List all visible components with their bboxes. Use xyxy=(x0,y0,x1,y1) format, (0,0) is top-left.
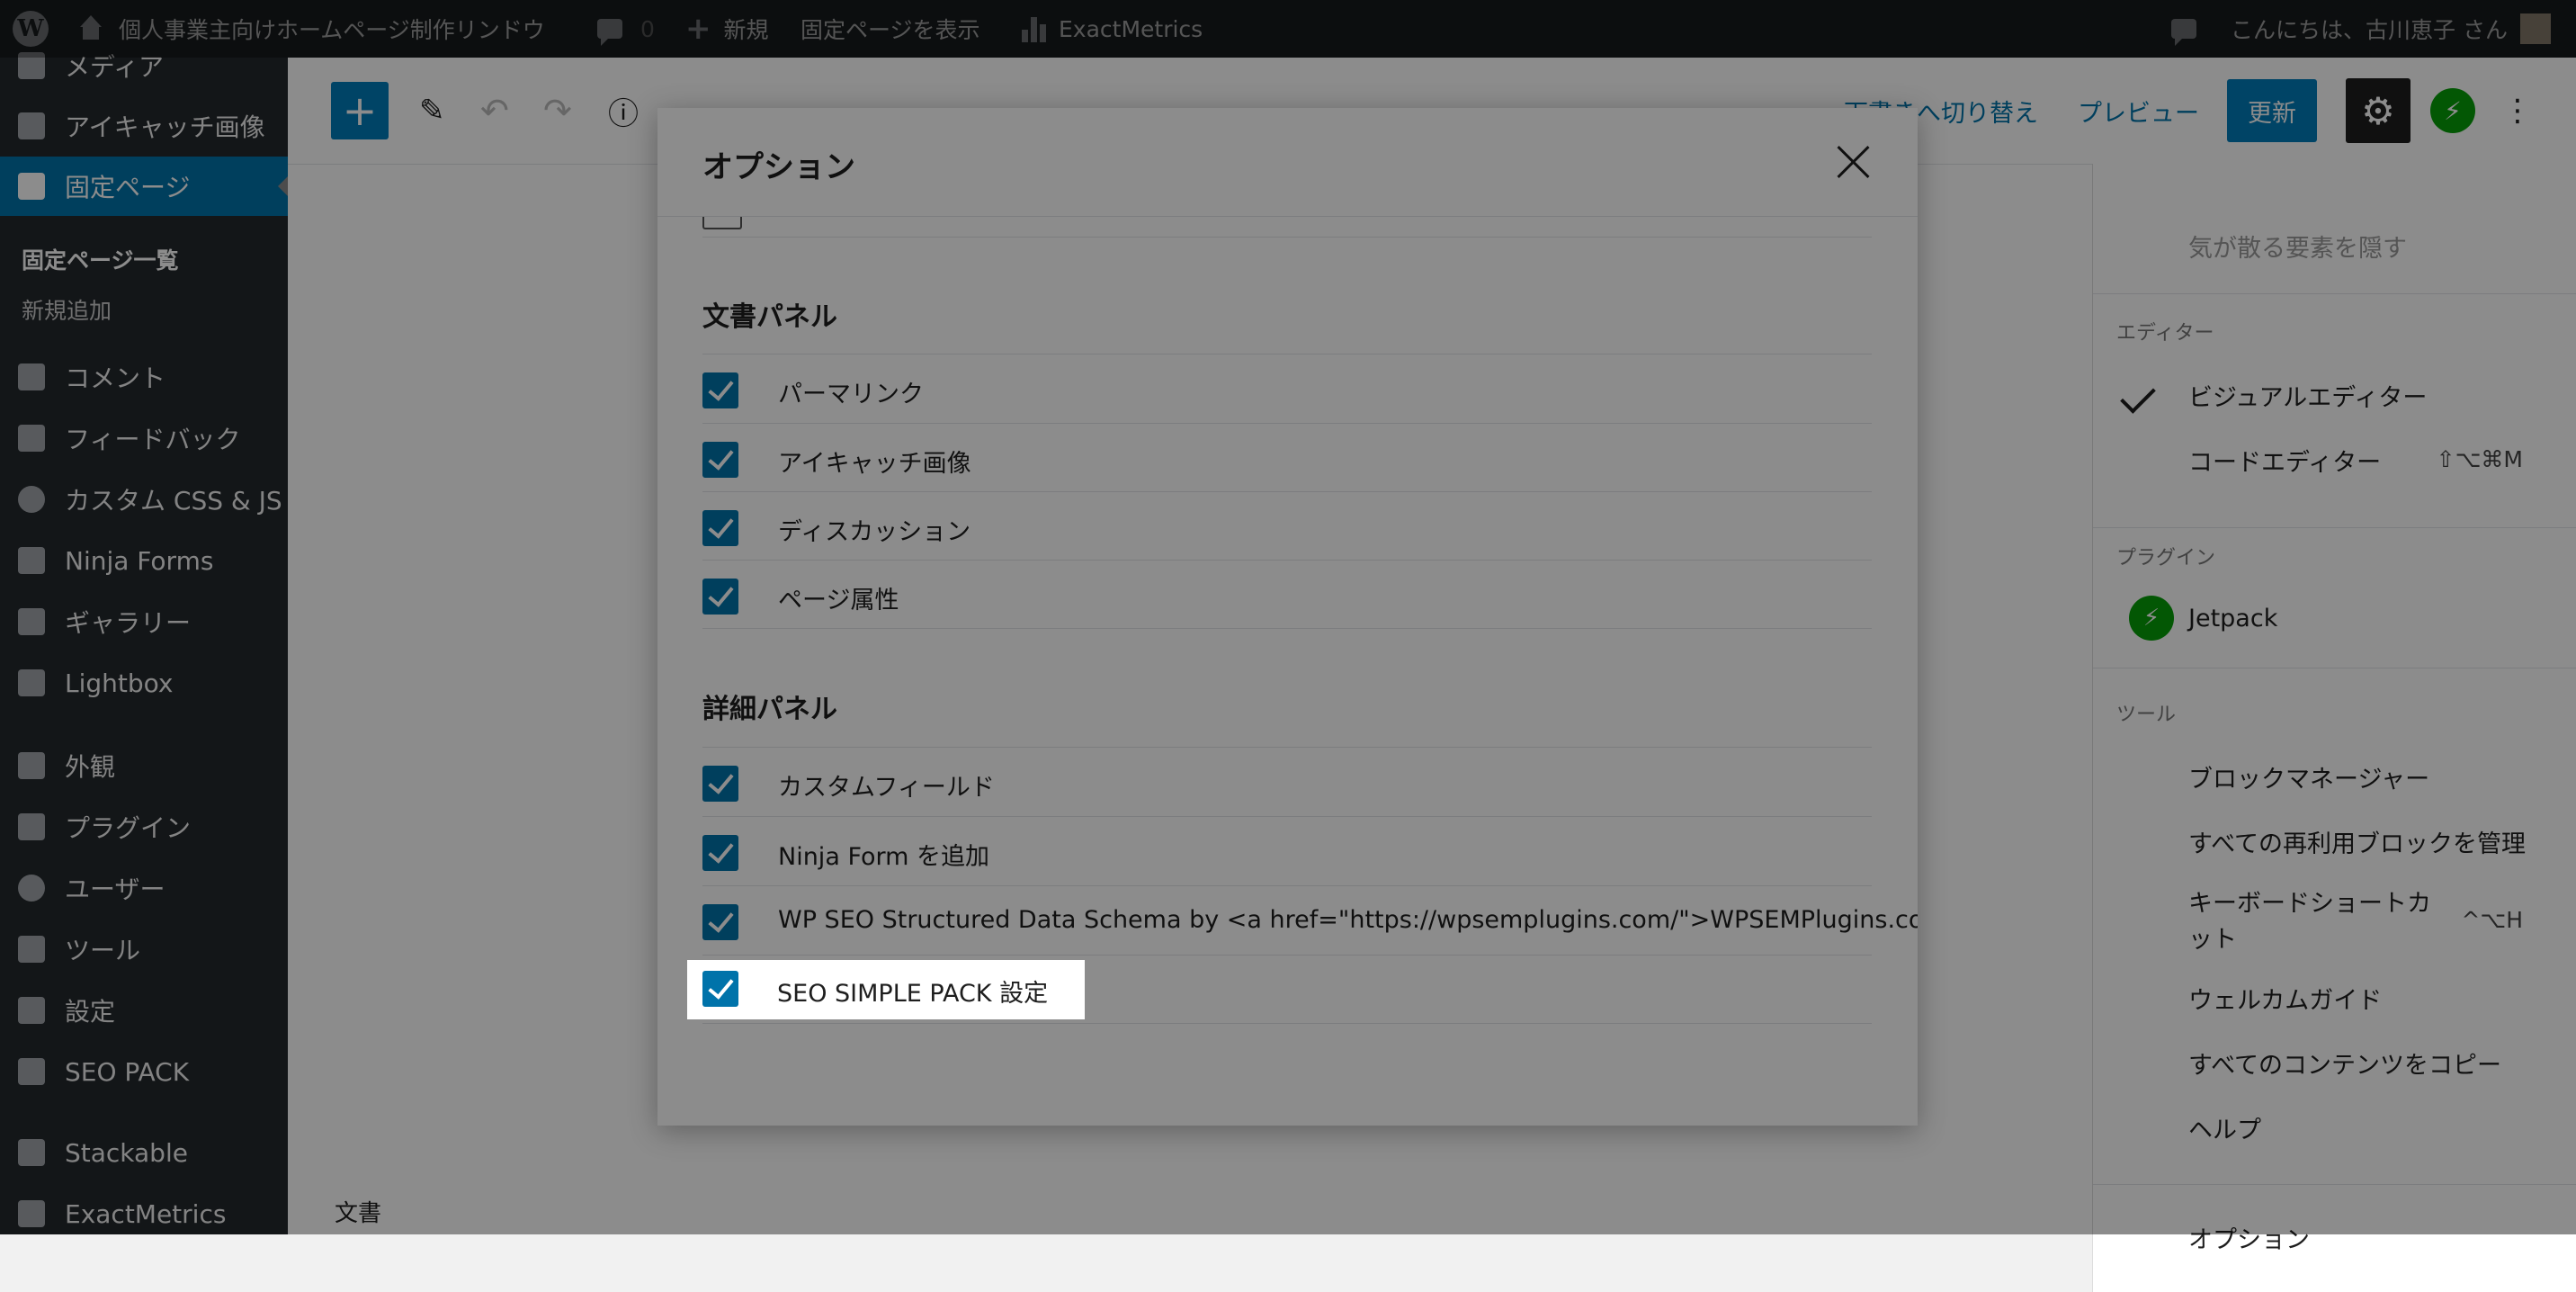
checkbox-checked[interactable] xyxy=(702,971,738,1007)
checkbox-checked[interactable] xyxy=(702,835,738,871)
option-label: Ninja Form を追加 xyxy=(778,843,990,871)
option-label: アイキャッチ画像 xyxy=(778,450,971,478)
option-row[interactable]: Ninja Form を追加 xyxy=(702,816,1872,885)
option-row[interactable]: アイキャッチ画像 xyxy=(702,423,1872,492)
checkbox-checked[interactable] xyxy=(702,442,738,478)
divider xyxy=(702,628,1872,629)
option-label: SEO SIMPLE PACK 設定 xyxy=(777,980,1049,1008)
option-row[interactable]: ディスカッション xyxy=(702,491,1872,561)
highlighted-option-seo-simple-pack[interactable]: SEO SIMPLE PACK 設定 xyxy=(687,960,1085,1019)
option-label: カスタムフィールド xyxy=(778,774,995,802)
modal-header: オプション xyxy=(657,108,1918,217)
checkbox-checked[interactable] xyxy=(702,510,738,546)
section-title-advanced-panels: 詳細パネル xyxy=(702,694,837,725)
checkbox-checked[interactable] xyxy=(702,579,738,615)
checkbox-checked[interactable] xyxy=(702,904,738,940)
checkbox-checked[interactable] xyxy=(702,766,738,802)
option-label: パーマリンク xyxy=(778,381,924,408)
partial-checkbox[interactable] xyxy=(702,217,742,229)
divider xyxy=(702,1023,1872,1024)
divider xyxy=(702,237,1872,238)
option-label: WP SEO Structured Data Schema by <a href… xyxy=(778,906,1918,934)
option-row[interactable]: カスタムフィールド xyxy=(702,747,1872,816)
option-label: ディスカッション xyxy=(778,518,971,546)
close-icon[interactable] xyxy=(1836,144,1872,180)
option-label: ページ属性 xyxy=(778,587,899,615)
section-title-document-panels: 文書パネル xyxy=(702,301,837,333)
option-row[interactable]: パーマリンク xyxy=(702,354,1872,423)
option-row[interactable]: WP SEO Structured Data Schema by <a href… xyxy=(702,885,1918,955)
modal-title: オプション xyxy=(702,149,855,185)
checkbox-checked[interactable] xyxy=(702,372,738,408)
admin-bar-overlay xyxy=(0,0,2576,58)
option-row[interactable]: ページ属性 xyxy=(702,560,1872,629)
